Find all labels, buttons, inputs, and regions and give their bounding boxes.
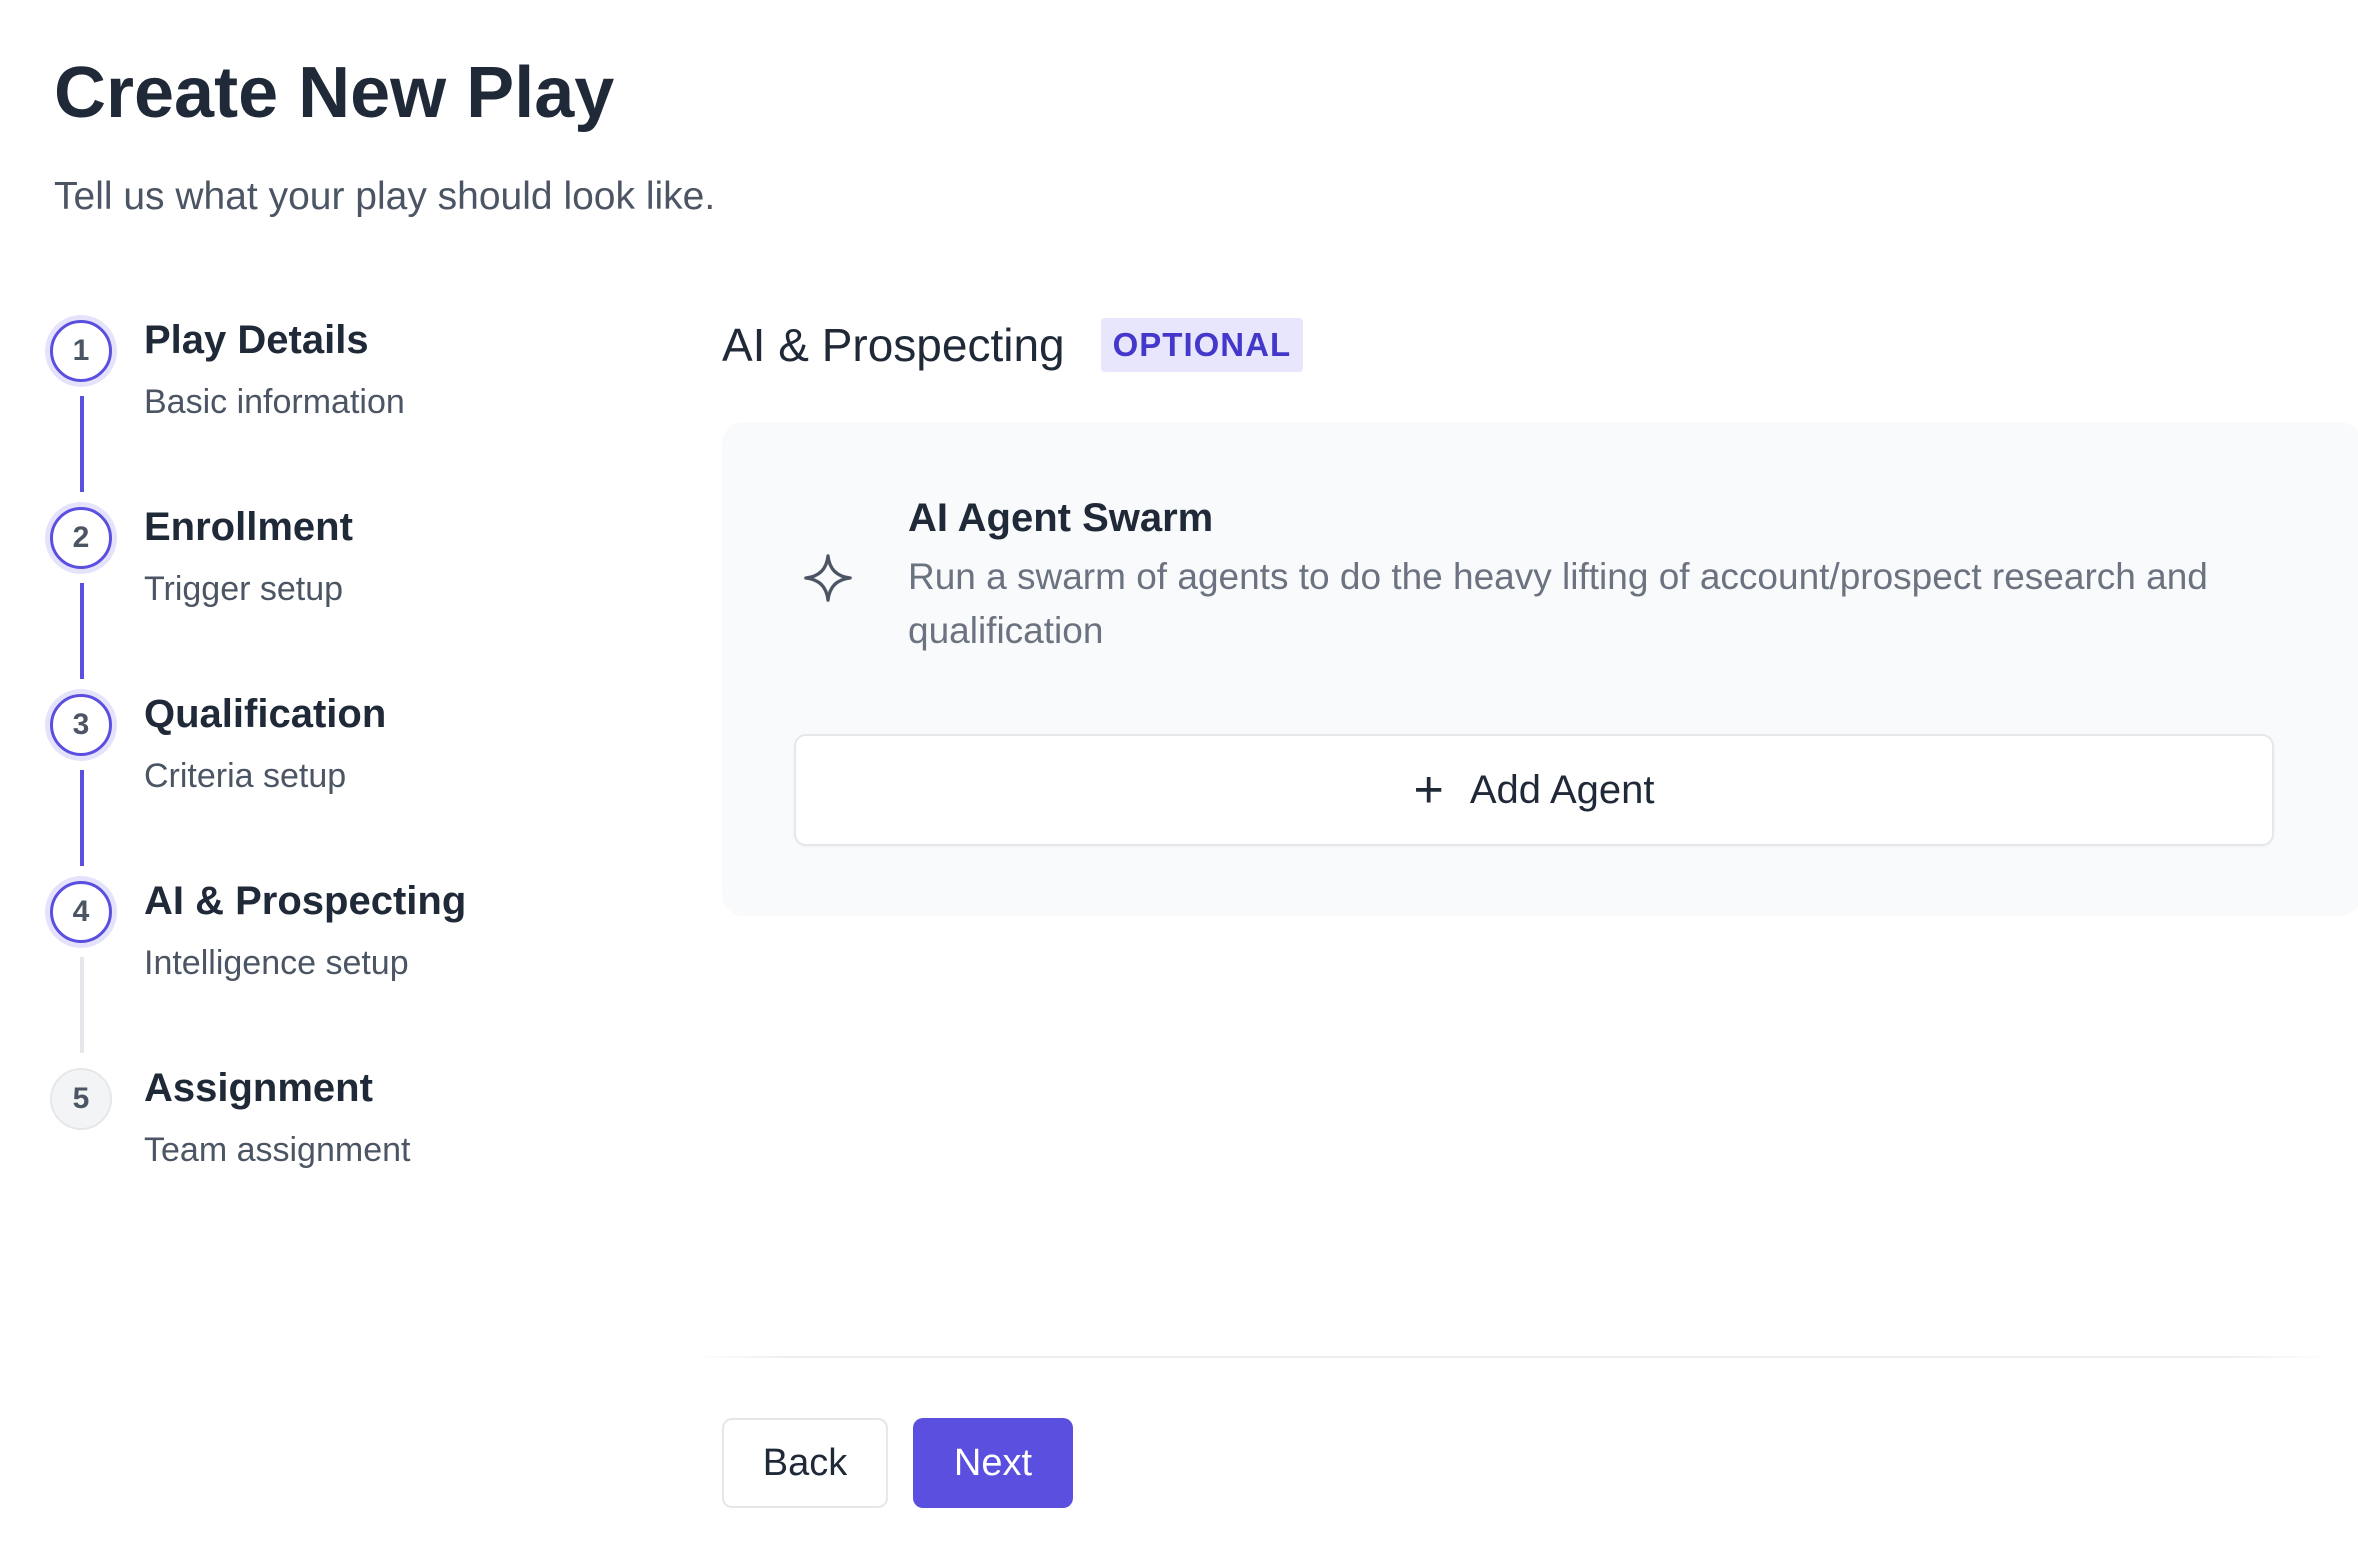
page-subtitle: Tell us what your play should look like. [54, 175, 716, 218]
step-subtitle: Basic information [144, 383, 405, 421]
agent-description: Run a swarm of agents to do the heavy li… [908, 556, 2208, 652]
back-button[interactable]: Back [722, 1418, 888, 1508]
step-title: Assignment [144, 1066, 373, 1110]
step-connector [80, 396, 84, 492]
step-connector [80, 583, 84, 679]
step-title: Qualification [144, 692, 387, 736]
step-number-badge: 3 [50, 694, 112, 756]
step-subtitle: Team assignment [144, 1131, 411, 1169]
add-agent-label: Add Agent [1469, 767, 1655, 812]
step-connector [80, 957, 84, 1053]
next-button[interactable]: Next [913, 1418, 1073, 1508]
step-subtitle: Criteria setup [144, 757, 347, 795]
step-qualification[interactable]: 3 Qualification Criteria setup [50, 692, 630, 866]
step-ai-prospecting[interactable]: 4 AI & Prospecting Intelligence setup [50, 879, 630, 1053]
step-enrollment[interactable]: 2 Enrollment Trigger setup [50, 505, 630, 679]
step-number-badge: 4 [50, 881, 112, 943]
page-title: Create New Play [54, 53, 615, 133]
add-agent-button[interactable]: + Add Agent [794, 734, 2274, 846]
step-title: AI & Prospecting [144, 879, 467, 923]
section-header: AI & Prospecting OPTIONAL [722, 318, 1304, 372]
agent-title: AI Agent Swarm [908, 496, 1214, 540]
stepper: 1 Play Details Basic information 2 Enrol… [50, 318, 630, 1190]
step-title: Enrollment [144, 505, 353, 549]
optional-badge: OPTIONAL [1100, 318, 1304, 372]
step-title: Play Details [144, 318, 369, 362]
agent-panel: AI Agent Swarm Run a swarm of agents to … [722, 422, 2358, 916]
footer-divider [690, 1356, 2330, 1358]
step-connector [80, 770, 84, 866]
step-number-badge: 2 [50, 507, 112, 569]
section-title: AI & Prospecting [722, 319, 1065, 371]
step-assignment[interactable]: 5 Assignment Team assignment [50, 1066, 630, 1228]
step-subtitle: Intelligence setup [144, 944, 409, 982]
step-subtitle: Trigger setup [144, 570, 344, 608]
step-play-details[interactable]: 1 Play Details Basic information [50, 318, 630, 492]
step-number-badge: 5 [50, 1068, 112, 1130]
plus-icon: + [1413, 761, 1444, 819]
step-number-badge: 1 [50, 320, 112, 382]
sparkle-icon [804, 554, 852, 602]
